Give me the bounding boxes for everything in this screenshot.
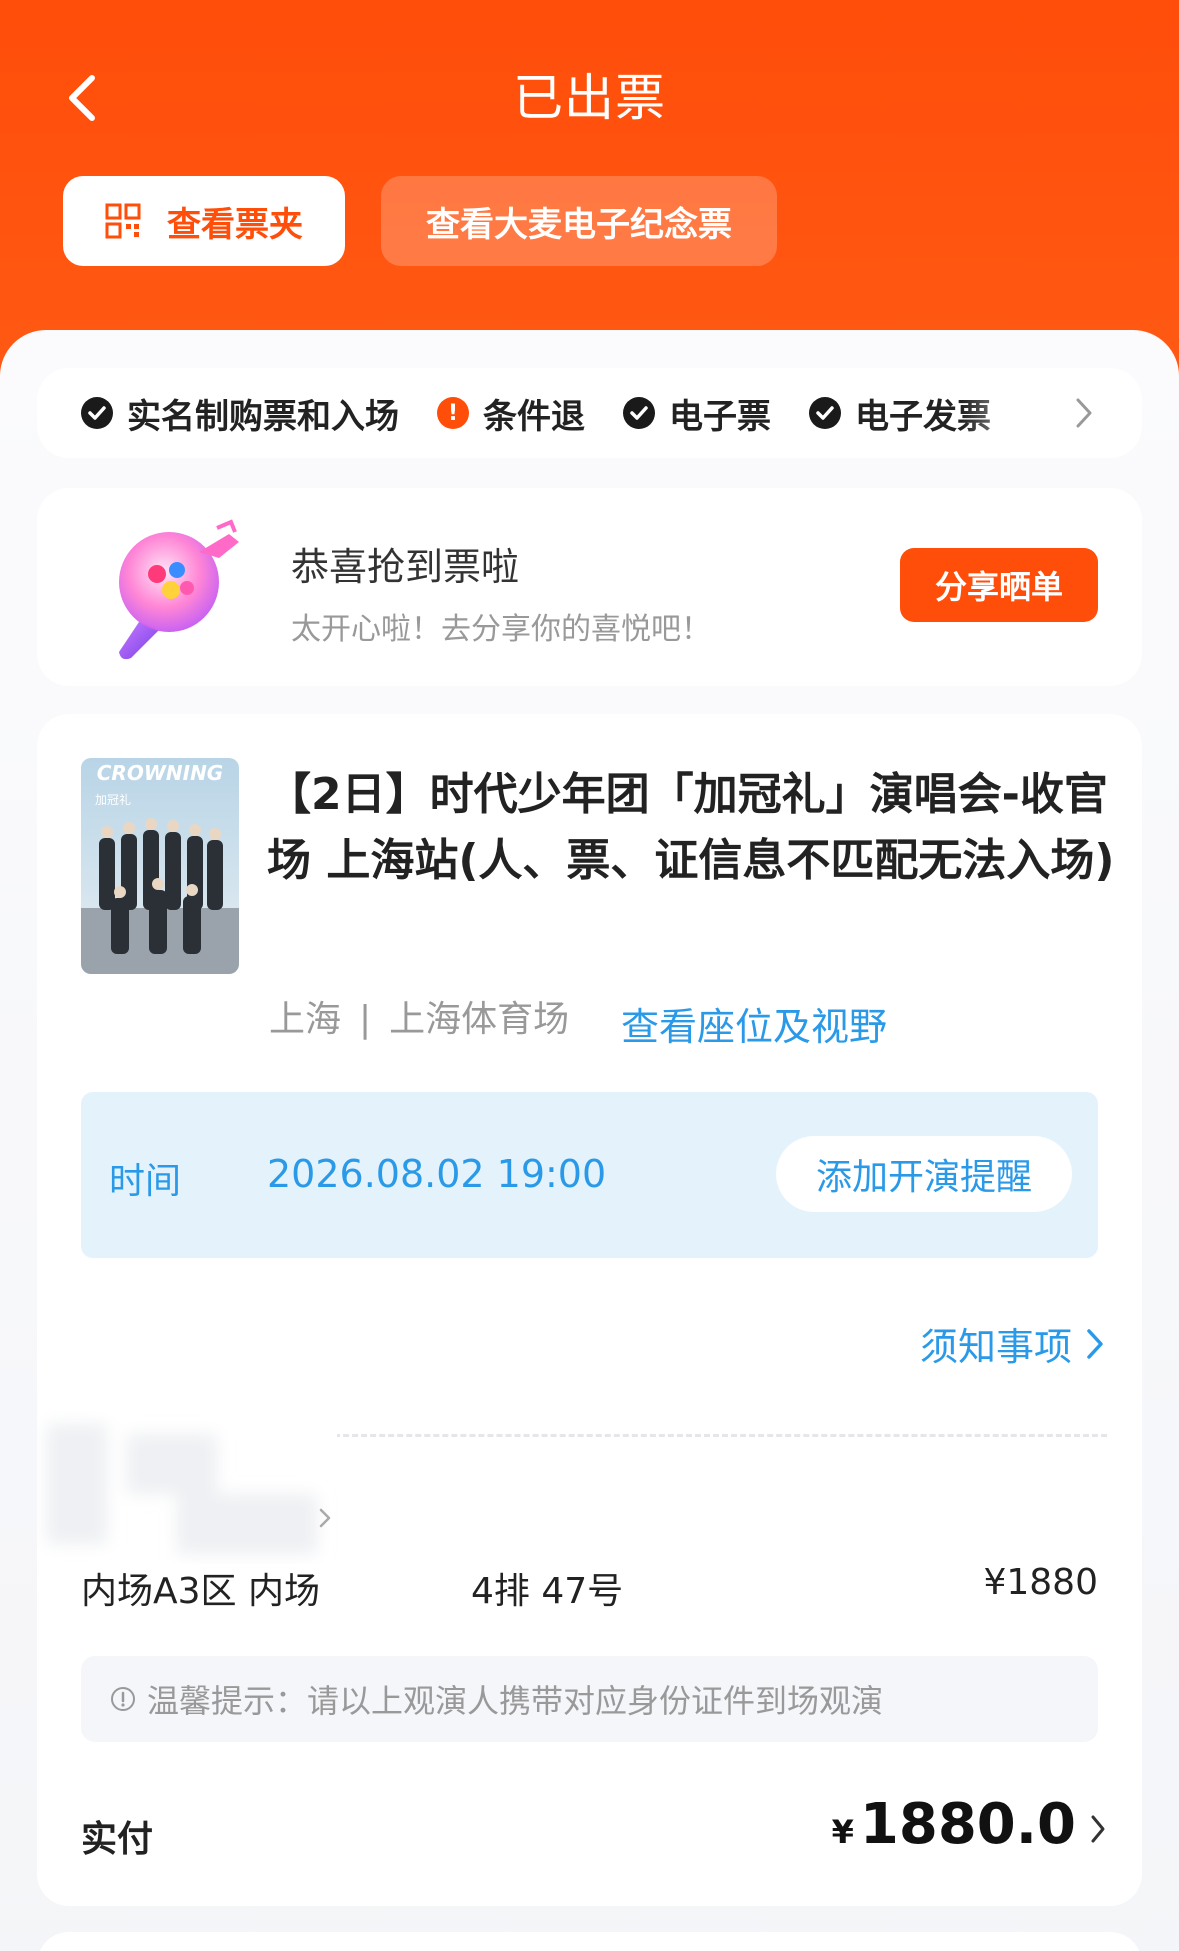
- seat-zone: 内场A3区 内场: [81, 1571, 320, 1612]
- paid-amount: ¥1880.0: [832, 1792, 1076, 1857]
- separator: |: [359, 999, 372, 1040]
- seat-price: ¥1880: [983, 1562, 1098, 1603]
- feature-label: 实名制购票和入场: [127, 396, 399, 437]
- poster-title-text: CROWNING: [97, 761, 223, 785]
- paid-row[interactable]: 实付 ¥1880.0: [81, 1782, 1106, 1872]
- seat-number: 4排 47号: [471, 1571, 624, 1612]
- blurred-viewer-info: [37, 1414, 337, 1554]
- qr-code-icon: [105, 203, 141, 239]
- feature-label: 电子票: [669, 396, 771, 437]
- lightstick-illustration: [119, 519, 239, 660]
- page-title: 已出票: [513, 69, 666, 127]
- time-value: 2026.08.02 19:00: [267, 1152, 607, 1196]
- time-box: 时间 2026.08.02 19:00 添加开演提醒: [81, 1092, 1098, 1258]
- currency-symbol: ¥: [831, 1813, 854, 1851]
- chevron-right-icon[interactable]: [1074, 396, 1094, 430]
- add-reminder-button[interactable]: 添加开演提醒: [776, 1136, 1072, 1212]
- notice-link[interactable]: 须知事项: [920, 1316, 1104, 1371]
- share-button[interactable]: 分享晒单: [900, 548, 1098, 622]
- paid-amount-value: 1880.0: [859, 1792, 1076, 1857]
- congrats-card: 恭喜抢到票啦 太开心啦！去分享你的喜悦吧！ 分享晒单: [37, 488, 1142, 686]
- feature-conditional-refund: ! 条件退: [437, 389, 585, 438]
- check-icon: [809, 397, 841, 429]
- warning-icon: !: [437, 397, 469, 429]
- fade-overlay: [962, 368, 1082, 458]
- features-bar[interactable]: 实名制购票和入场 ! 条件退 电子票 电子发票: [37, 368, 1142, 458]
- event-title: 【2日】时代少年团「加冠礼」演唱会-收官场 上海站(人、票、证信息不匹配无法入场…: [267, 769, 1115, 886]
- paid-label: 实付: [81, 1819, 154, 1860]
- tip-box: 温馨提示：请以上观演人携带对应身份证件到场观演: [81, 1656, 1098, 1742]
- check-icon: [623, 397, 655, 429]
- congrats-title: 恭喜抢到票啦: [291, 545, 520, 589]
- congrats-subtitle: 太开心啦！去分享你的喜悦吧！: [291, 612, 711, 647]
- check-icon: [81, 397, 113, 429]
- notice-label: 须知事项: [919, 1325, 1072, 1369]
- view-ticket-folder-button[interactable]: 查看票夹: [63, 176, 345, 266]
- poster-image: CROWNING 加冠礼: [81, 758, 239, 974]
- seat-info-row: 内场A3区 内场 4排 47号 ¥1880: [81, 1562, 1098, 1612]
- city: 上海: [269, 999, 342, 1040]
- poster-subtitle-text: 加冠礼: [95, 792, 131, 807]
- venue: 上海体育场: [389, 999, 570, 1040]
- seat-view-link[interactable]: 查看座位及视野: [621, 996, 887, 1051]
- view-ticket-folder-label: 查看票夹: [167, 204, 303, 245]
- info-icon: [111, 1687, 135, 1711]
- event-poster[interactable]: CROWNING 加冠礼: [81, 758, 239, 974]
- divider: [307, 1434, 1107, 1437]
- view-souvenir-ticket-button[interactable]: 查看大麦电子纪念票: [381, 176, 777, 266]
- chevron-right-icon: [1091, 1815, 1105, 1843]
- chevron-right-icon: [1087, 1328, 1103, 1359]
- ticket-card: CROWNING 加冠礼 【2日】时代少年团「加冠礼」演唱会-收官场 上海站(人…: [37, 714, 1142, 1906]
- feature-e-ticket: 电子票: [623, 389, 771, 438]
- tip-text: 温馨提示：请以上观演人携带对应身份证件到场观演: [147, 1682, 884, 1720]
- time-label: 时间: [109, 1161, 182, 1202]
- venue-line: 上海 | 上海体育场: [269, 990, 569, 1042]
- feature-real-name: 实名制购票和入场: [81, 389, 399, 438]
- next-card: [37, 1932, 1142, 1951]
- feature-label: 条件退: [483, 396, 585, 437]
- view-souvenir-ticket-label: 查看大麦电子纪念票: [426, 204, 732, 245]
